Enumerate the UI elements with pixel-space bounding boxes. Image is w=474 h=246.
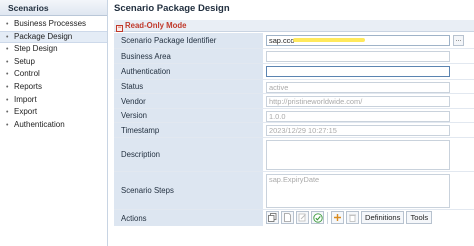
nav-label: Business Processes xyxy=(14,19,87,28)
nav-control[interactable]: • Control xyxy=(0,68,107,81)
delete-icon[interactable] xyxy=(346,211,359,224)
check-icon[interactable] xyxy=(311,211,324,224)
read-only-bar[interactable]: − Read-Only Mode xyxy=(114,20,474,32)
collapse-icon[interactable]: − xyxy=(116,25,123,32)
vendor-field[interactable]: http://pristineworldwide.com/ xyxy=(266,96,450,107)
nav-export[interactable]: • Export xyxy=(0,106,107,119)
status-label: Status xyxy=(114,80,263,93)
version-field[interactable]: 1.0.0 xyxy=(266,111,450,122)
authentication-label: Authentication xyxy=(114,64,263,79)
tools-button[interactable]: Tools xyxy=(406,211,433,224)
package-form: Scenario Package Identifier sap.cco ... … xyxy=(114,33,474,226)
row-description: Description xyxy=(114,138,474,172)
row-vendor: Vendor http://pristineworldwide.com/ xyxy=(114,94,474,109)
vendor-label: Vendor xyxy=(114,94,263,108)
row-identifier: Scenario Package Identifier sap.cco ... xyxy=(114,33,474,49)
row-business-area: Business Area xyxy=(114,49,474,64)
steps-label: Scenario Steps xyxy=(114,172,263,209)
nav-label: Step Design xyxy=(14,44,58,54)
scenarios-nav: • Business Processes • Package Design • Ste… xyxy=(0,18,107,131)
nav-step-design[interactable]: • Step Design xyxy=(0,43,107,56)
row-version: Version 1.0.0 xyxy=(114,109,474,123)
nav-setup[interactable]: • Setup xyxy=(0,56,107,69)
row-timestamp: Timestamp 2023/12/29 10:27:15 xyxy=(114,123,474,138)
package-design-pane: Scenario Package Design − Read-Only Mode … xyxy=(109,0,474,246)
read-only-label: Read-Only Mode xyxy=(125,21,187,30)
identifier-browse-button[interactable]: ... xyxy=(453,35,464,46)
bullet-icon: • xyxy=(6,83,9,91)
nav-import[interactable]: • Import xyxy=(0,94,107,107)
add-icon[interactable] xyxy=(331,211,344,224)
timestamp-field[interactable]: 2023/12/29 10:27:15 xyxy=(266,125,450,136)
scenarios-pane: Scenarios • Business Processes • Package D… xyxy=(0,0,108,246)
timestamp-label: Timestamp xyxy=(114,123,263,137)
toolbar-separator xyxy=(327,211,328,224)
row-steps: Scenario Steps sap.ExpiryDate xyxy=(114,172,474,210)
nav-label: Package Design xyxy=(14,31,73,41)
nav-reports[interactable]: • Reports xyxy=(0,81,107,94)
version-label: Version xyxy=(114,109,263,122)
page-title: Scenario Package Design xyxy=(114,3,230,14)
bullet-icon: • xyxy=(6,33,9,41)
nav-business-processes[interactable]: • Business Processes xyxy=(0,18,107,31)
nav-package-design[interactable]: • Package Design xyxy=(0,30,107,44)
nav-label: Authentication xyxy=(14,119,65,129)
row-status: Status active xyxy=(114,80,474,94)
row-actions: Actions Definitions Tools xyxy=(114,210,474,226)
status-field[interactable]: active xyxy=(266,82,450,93)
document-icon[interactable] xyxy=(281,211,294,224)
authentication-field[interactable] xyxy=(266,66,450,77)
bullet-icon: • xyxy=(6,121,9,129)
nav-label: Import xyxy=(14,94,37,104)
description-field[interactable] xyxy=(266,140,450,170)
nav-label: Control xyxy=(14,69,40,79)
bullet-icon: • xyxy=(6,46,9,54)
actions-toolbar: Definitions Tools xyxy=(266,211,433,224)
edit-icon[interactable] xyxy=(296,211,309,224)
business-area-label: Business Area xyxy=(114,49,263,63)
steps-field[interactable]: sap.ExpiryDate xyxy=(266,174,450,208)
row-authentication: Authentication xyxy=(114,64,474,80)
business-area-field[interactable] xyxy=(266,51,450,62)
identifier-highlight xyxy=(293,38,365,42)
actions-label: Actions xyxy=(114,210,263,226)
bullet-icon: • xyxy=(6,109,9,117)
nav-label: Export xyxy=(14,107,38,117)
copy-icon[interactable] xyxy=(266,211,279,224)
identifier-label: Scenario Package Identifier xyxy=(114,33,263,48)
scenarios-header: Scenarios xyxy=(0,0,107,16)
nav-label: Reports xyxy=(14,81,43,91)
definitions-button[interactable]: Definitions xyxy=(361,211,405,224)
bullet-icon: • xyxy=(6,21,9,28)
nav-authentication[interactable]: • Authentication xyxy=(0,119,107,132)
description-label: Description xyxy=(114,138,263,171)
nav-label: Setup xyxy=(14,56,35,66)
